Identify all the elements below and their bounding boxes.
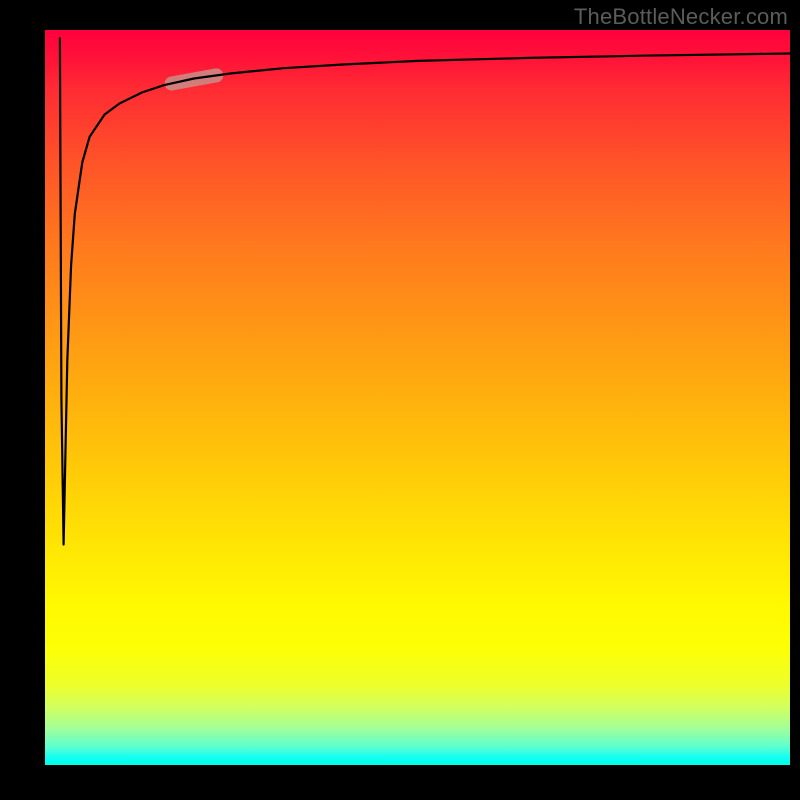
- chart-plot-area: [45, 30, 790, 765]
- watermark-text: TheBottleNecker.com: [574, 4, 788, 30]
- chart-container: TheBottleNecker.com: [0, 0, 800, 800]
